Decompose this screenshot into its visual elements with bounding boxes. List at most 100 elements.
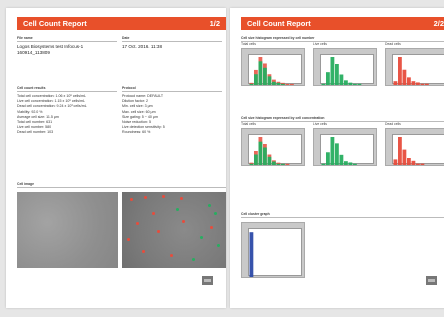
cell-dot	[180, 197, 183, 200]
divider	[241, 41, 444, 42]
col-label-live: Live cells	[313, 42, 327, 46]
histogram-bar	[272, 81, 276, 85]
cell-dot	[130, 198, 133, 201]
protocol-line: Roundness: 60 %	[122, 130, 151, 135]
report-page-2: Cell Count Report 2/2 Cell size histogra…	[230, 8, 444, 308]
histogram-bar	[321, 163, 326, 165]
cell-dot	[170, 254, 173, 257]
histogram-bar	[420, 83, 425, 85]
histogram-bar	[267, 76, 272, 85]
histogram-dead-by-concentration	[385, 128, 444, 166]
histogram-bar	[344, 161, 348, 165]
cell-dot	[157, 230, 160, 233]
histogram-bar	[411, 81, 416, 85]
histogram-bar	[353, 163, 357, 165]
report-title: Cell Count Report	[23, 19, 87, 28]
histogram-bar	[326, 152, 330, 165]
result-line: Dead cell number: 103	[17, 130, 54, 135]
histogram-bar	[254, 74, 258, 85]
histogram-total-by-concentration	[241, 128, 305, 166]
histogram-bar	[425, 83, 429, 85]
histogram-bar	[402, 69, 407, 85]
histogram-bar	[258, 141, 263, 165]
histogram-bar	[290, 83, 294, 85]
histogram-bar	[249, 163, 254, 165]
cell-dot	[144, 196, 147, 199]
cell-dot	[214, 212, 217, 215]
histogram-bar	[398, 57, 402, 85]
histogram-bar	[285, 83, 290, 85]
histogram-bar	[335, 143, 339, 165]
cell-count-results-label: Cell count results	[17, 86, 46, 90]
histogram-number-section-label: Cell size histogram expressed by cell nu…	[241, 36, 315, 40]
cell-dot	[217, 244, 220, 247]
report-header-banner: Cell Count Report 1/2	[17, 17, 226, 30]
col-label-dead: Dead cells	[385, 42, 401, 46]
company-logo-icon	[202, 276, 213, 285]
histogram-bar	[407, 158, 411, 165]
histogram-bar	[272, 161, 276, 165]
histogram-bar	[357, 83, 362, 85]
histogram-bar	[402, 149, 407, 165]
histogram-bar	[353, 83, 357, 85]
histogram-bar	[281, 163, 285, 165]
histogram-bar	[276, 163, 281, 165]
histogram-bar	[321, 83, 326, 85]
divider	[241, 217, 444, 218]
histogram-bar	[339, 74, 344, 85]
histogram-concentration-section-label: Cell size histogram expressed by cell co…	[241, 116, 325, 120]
histogram-bar	[407, 77, 411, 85]
cell-dot	[176, 208, 179, 211]
histogram-bar	[254, 154, 258, 165]
histogram-bar	[398, 137, 402, 165]
cell-dot	[127, 238, 130, 241]
histogram-bar	[249, 83, 254, 85]
cell-cluster-graph	[241, 222, 305, 278]
divider	[122, 41, 222, 42]
col-label-total: Total cells	[241, 122, 256, 126]
histogram-bar	[348, 82, 353, 85]
histogram-total-by-number	[241, 48, 305, 86]
file-name-value-2: 160914_113809	[17, 50, 50, 55]
histogram-bar	[339, 154, 344, 165]
cell-dot	[162, 195, 165, 198]
histogram-bar	[330, 137, 335, 165]
histogram-live-by-concentration	[313, 128, 377, 166]
histogram-bar	[344, 80, 348, 85]
report-page-1: Cell Count Report 1/2 File name Logos Bi…	[6, 8, 226, 308]
cell-dot	[208, 204, 211, 207]
histogram-bar	[420, 163, 425, 165]
company-logo-icon	[426, 276, 437, 285]
histogram-bar	[335, 64, 339, 85]
histogram-bar	[263, 67, 267, 85]
divider	[17, 41, 117, 42]
divider	[17, 187, 226, 188]
histogram-bar	[393, 81, 398, 85]
page-number: 1/2	[209, 19, 220, 28]
cell-dot	[136, 222, 139, 225]
histogram-bar	[276, 82, 281, 85]
cluster-section-label: Cell cluster graph	[241, 212, 270, 216]
histogram-bar	[416, 163, 420, 165]
histogram-bar	[267, 156, 272, 165]
cell-dot	[192, 258, 195, 261]
histogram-bar	[326, 72, 330, 85]
divider	[17, 91, 117, 92]
col-label-live: Live cells	[313, 122, 327, 126]
cell-image-brightfield	[17, 192, 118, 268]
report-header-banner: Cell Count Report 2/2	[241, 17, 444, 30]
histogram-bar	[416, 82, 420, 85]
cell-image-label: Cell image	[17, 182, 34, 186]
histogram-bar	[281, 83, 285, 85]
col-label-total: Total cells	[241, 42, 256, 46]
histogram-live-by-number	[313, 48, 377, 86]
col-label-dead: Dead cells	[385, 122, 401, 126]
protocol-label: Protocol	[122, 86, 136, 90]
divider	[122, 91, 222, 92]
histogram-bar	[411, 160, 416, 165]
cell-dot	[152, 212, 155, 215]
divider	[241, 121, 444, 122]
histogram-bar	[285, 163, 290, 165]
cell-dot	[210, 226, 213, 229]
histogram-bar	[258, 61, 263, 85]
